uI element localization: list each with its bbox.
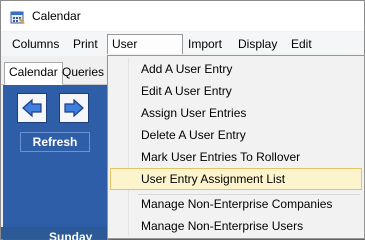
menu-import[interactable]: Import xyxy=(184,34,226,54)
back-button[interactable] xyxy=(17,93,47,123)
navigation-panel: Refresh xyxy=(3,85,107,240)
menu-item-assign-user-entries[interactable]: Assign User Entries xyxy=(110,102,362,124)
menu-item-delete-user-entry[interactable]: Delete A User Entry xyxy=(110,124,362,146)
calendar-window: Calendar Columns Print User Entries Impo… xyxy=(0,0,365,240)
menu-print[interactable]: Print xyxy=(69,34,102,54)
menu-item-mark-rollover[interactable]: Mark User Entries To Rollover xyxy=(110,146,362,168)
menu-item-edit-user-entry[interactable]: Edit A User Entry xyxy=(110,80,362,102)
tab-calendar[interactable]: Calendar xyxy=(4,62,63,85)
menu-item-add-user-entry[interactable]: Add A User Entry xyxy=(110,58,362,80)
menu-item-manage-users[interactable]: Manage Non-Enterprise Users xyxy=(110,215,362,237)
arrow-right-icon xyxy=(64,98,84,118)
refresh-button[interactable]: Refresh xyxy=(20,132,90,152)
title-bar: Calendar xyxy=(1,1,364,31)
tab-queries[interactable]: Queries xyxy=(58,63,108,83)
menu-user-entries[interactable]: User Entries xyxy=(107,34,183,69)
arrow-left-icon xyxy=(22,98,42,118)
user-entries-dropdown: Add A User Entry Edit A User Entry Assig… xyxy=(107,55,365,239)
window-title: Calendar xyxy=(32,9,81,23)
forward-button[interactable] xyxy=(59,93,89,123)
menu-columns[interactable]: Columns xyxy=(8,34,63,54)
menu-bar: Columns Print User Entries Import Displa… xyxy=(1,32,364,69)
menu-item-manage-companies[interactable]: Manage Non-Enterprise Companies xyxy=(110,193,362,215)
menu-display[interactable]: Display xyxy=(234,34,281,54)
menu-item-assignment-list[interactable]: User Entry Assignment List xyxy=(110,168,362,190)
calendar-icon xyxy=(10,11,25,24)
day-header-sunday: Sunday xyxy=(49,230,93,240)
menu-edit[interactable]: Edit xyxy=(287,34,316,54)
